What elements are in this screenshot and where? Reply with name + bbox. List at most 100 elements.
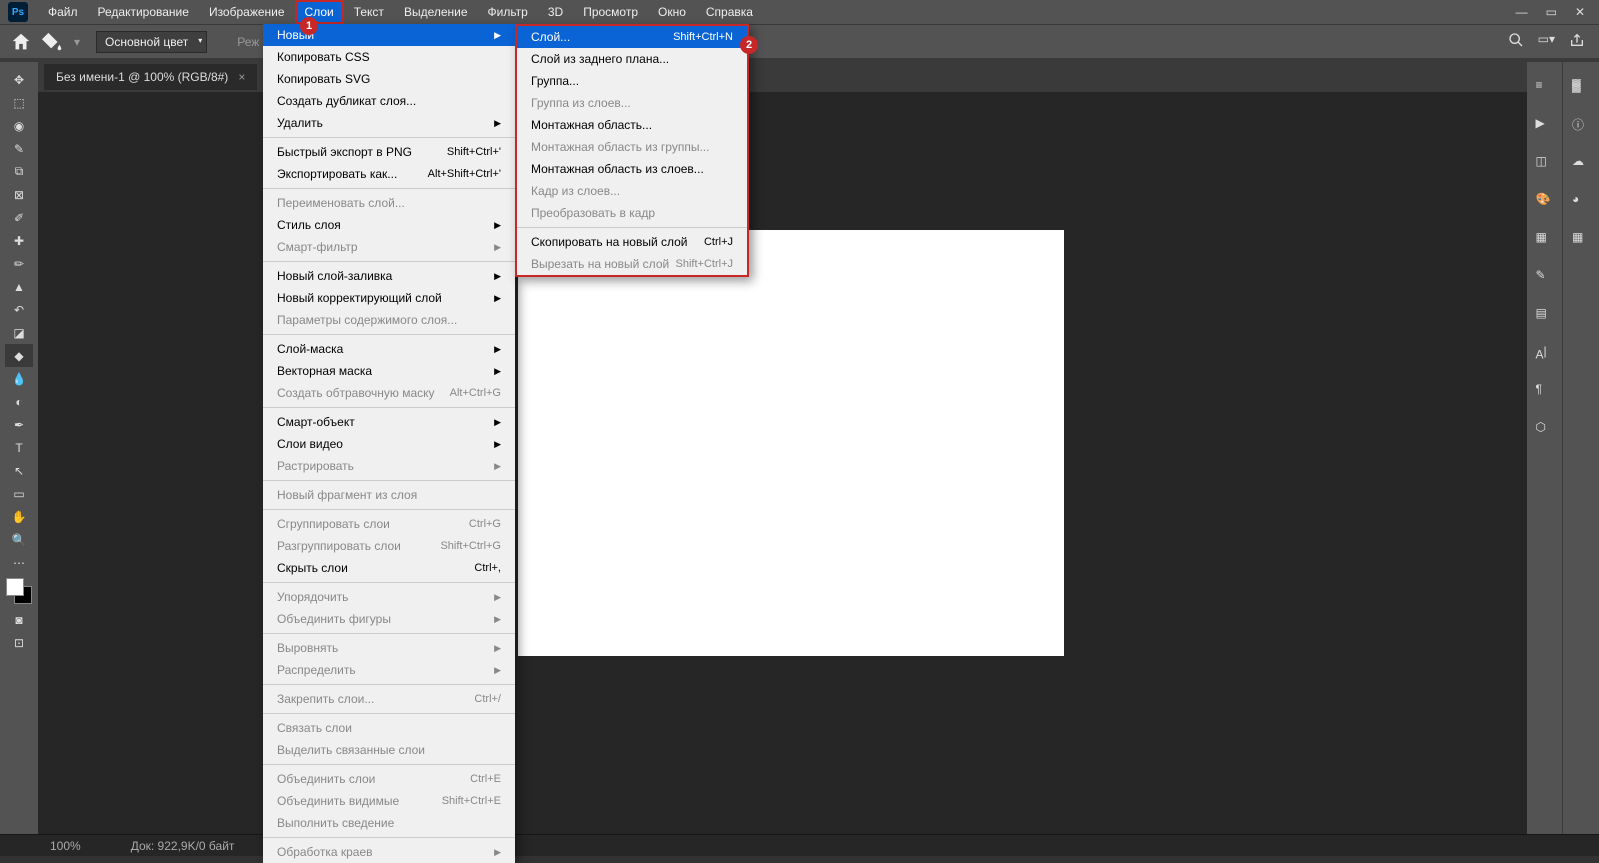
menu-файл[interactable]: Файл (38, 0, 88, 24)
menu-фильтр[interactable]: Фильтр (478, 0, 538, 24)
menu-item[interactable]: Копировать CSS (263, 46, 515, 68)
cloud-icon[interactable]: ☁ (1572, 154, 1590, 172)
document-tab[interactable]: Без имени-1 @ 100% (RGB/8#) × (44, 64, 257, 90)
pen-tool-icon[interactable]: ✒ (5, 413, 33, 436)
color-swatch[interactable] (6, 578, 32, 604)
menu-item[interactable]: Удалить▶ (263, 112, 515, 134)
workspace-icon[interactable]: ▭▾ (1538, 32, 1555, 51)
gradient-bucket-tool-icon[interactable]: ◆ (5, 344, 33, 367)
menu-просмотр[interactable]: Просмотр (573, 0, 648, 24)
menu-item: Выровнять▶ (263, 637, 515, 659)
menu-item[interactable]: Слой-маска▶ (263, 338, 515, 360)
mode-label-partial: Реж (237, 35, 259, 49)
menu-item[interactable]: Слой...Shift+Ctrl+N (517, 26, 747, 48)
edit-toolbar-icon[interactable]: ⋯ (5, 551, 33, 574)
color-wheel-icon[interactable]: ◕ (1572, 192, 1590, 210)
character-a-icon[interactable]: A| (1536, 344, 1554, 362)
hand-tool-icon[interactable]: ✋ (5, 505, 33, 528)
menu-item: Упорядочить▶ (263, 586, 515, 608)
menu-item[interactable]: Создать дубликат слоя... (263, 90, 515, 112)
menu-item[interactable]: Слои видео▶ (263, 433, 515, 455)
shape-tool-icon[interactable]: ▭ (5, 482, 33, 505)
menu-item[interactable]: Смарт-объект▶ (263, 411, 515, 433)
tools-panel: ✥ ⬚ ◉ ✎ ⧉ ⊠ ✐ ✚ ✏ ▲ ↶ ◪ ◆ 💧 ◐ ✒ T ↖ ▭ ✋ … (0, 62, 38, 834)
zoom-level[interactable]: 100% (50, 839, 81, 853)
annotation-badge-1: 1 (300, 17, 318, 35)
menu-item[interactable]: Экспортировать как...Alt+Shift+Ctrl+' (263, 163, 515, 185)
fill-mode-dropdown[interactable]: Основной цвет (96, 31, 207, 53)
paragraph-icon[interactable]: ¶ (1536, 382, 1554, 400)
quick-select-tool-icon[interactable]: ✎ (5, 137, 33, 160)
frame-tool-icon[interactable]: ⊠ (5, 183, 33, 206)
document-tab-title: Без имени-1 @ 100% (RGB/8#) (56, 70, 228, 84)
grid-icon[interactable]: ▦ (1536, 230, 1554, 248)
menu-item: Создать обтравочную маскуAlt+Ctrl+G (263, 382, 515, 404)
paint-bucket-icon[interactable] (42, 31, 64, 53)
3d-icon[interactable]: ⬡ (1536, 420, 1554, 438)
menu-item[interactable]: Векторная маска▶ (263, 360, 515, 382)
eraser-tool-icon[interactable]: ◪ (5, 321, 33, 344)
menu-окно[interactable]: Окно (648, 0, 696, 24)
menu-item[interactable]: Копировать SVG (263, 68, 515, 90)
search-icon[interactable] (1508, 32, 1524, 51)
right-panel-dock: ≡ ▶ ◫ 🎨 ▦ ✎ ▤ A| ¶ ⬡ ▓ ⓘ ☁ ◕ ▦ (1527, 62, 1599, 834)
zoom-tool-icon[interactable]: 🔍 (5, 528, 33, 551)
menu-item[interactable]: Новый слой-заливка▶ (263, 265, 515, 287)
menu-item[interactable]: Скрыть слоиCtrl+, (263, 557, 515, 579)
new-submenu-dropdown: Слой...Shift+Ctrl+NСлой из заднего плана… (515, 24, 749, 277)
adjustments-icon[interactable]: ≡ (1536, 78, 1554, 96)
menu-item: Группа из слоев... (517, 92, 747, 114)
close-tab-icon[interactable]: × (238, 70, 245, 84)
menu-item[interactable]: Слой из заднего плана... (517, 48, 747, 70)
eyedropper-tool-icon[interactable]: ✐ (5, 206, 33, 229)
menu-справка[interactable]: Справка (696, 0, 763, 24)
history-brush-tool-icon[interactable]: ↶ (5, 298, 33, 321)
brush-tool-icon[interactable]: ✏ (5, 252, 33, 275)
marquee-tool-icon[interactable]: ⬚ (5, 91, 33, 114)
share-icon[interactable] (1569, 32, 1585, 51)
lasso-tool-icon[interactable]: ◉ (5, 114, 33, 137)
pattern-icon[interactable]: ▦ (1572, 230, 1590, 248)
stamp-tool-icon[interactable]: ▲ (5, 275, 33, 298)
menu-item: Сгруппировать слоиCtrl+G (263, 513, 515, 535)
menu-item: Кадр из слоев... (517, 180, 747, 202)
menu-item[interactable]: Скопировать на новый слойCtrl+J (517, 231, 747, 253)
type-tool-icon[interactable]: T (5, 436, 33, 459)
move-tool-icon[interactable]: ✥ (5, 68, 33, 91)
menu-item[interactable]: Новый корректирующий слой▶ (263, 287, 515, 309)
menu-изображение[interactable]: Изображение (199, 0, 295, 24)
menu-item[interactable]: Быстрый экспорт в PNGShift+Ctrl+' (263, 141, 515, 163)
play-icon[interactable]: ▶ (1536, 116, 1554, 134)
info-icon[interactable]: ⓘ (1572, 116, 1590, 134)
healing-tool-icon[interactable]: ✚ (5, 229, 33, 252)
canvas-area (38, 92, 1527, 834)
quick-mask-icon[interactable]: ◙ (5, 608, 33, 631)
menu-item[interactable]: Монтажная область... (517, 114, 747, 136)
blur-tool-icon[interactable]: 💧 (5, 367, 33, 390)
menu-item[interactable]: Монтажная область из слоев... (517, 158, 747, 180)
menu-item[interactable]: Группа... (517, 70, 747, 92)
path-select-tool-icon[interactable]: ↖ (5, 459, 33, 482)
layers-icon[interactable]: ▤ (1536, 306, 1554, 324)
swatches-icon[interactable]: 🎨 (1536, 192, 1554, 210)
doc-info[interactable]: Док: 922,9K/0 байт (131, 839, 235, 853)
home-icon[interactable] (10, 31, 32, 53)
menu-item[interactable]: Стиль слоя▶ (263, 214, 515, 236)
menu-редактирование[interactable]: Редактирование (88, 0, 199, 24)
menu-item: Монтажная область из группы... (517, 136, 747, 158)
screen-mode-icon[interactable]: ⊡ (5, 631, 33, 654)
maximize-icon[interactable]: ▭ (1546, 5, 1557, 19)
dodge-tool-icon[interactable]: ◐ (5, 390, 33, 413)
brush-settings-icon[interactable]: ✎ (1536, 268, 1554, 286)
menu-item: Обработка краев▶ (263, 841, 515, 863)
document-canvas[interactable] (518, 230, 1064, 656)
menu-item: Вырезать на новый слойShift+Ctrl+J (517, 253, 747, 275)
libraries-icon[interactable]: ◫ (1536, 154, 1554, 172)
menu-3d[interactable]: 3D (538, 0, 573, 24)
history-icon[interactable]: ▓ (1572, 78, 1590, 96)
close-icon[interactable]: ✕ (1575, 5, 1585, 19)
menu-текст[interactable]: Текст (344, 0, 394, 24)
menu-выделение[interactable]: Выделение (394, 0, 478, 24)
crop-tool-icon[interactable]: ⧉ (5, 160, 33, 183)
minimize-icon[interactable]: — (1516, 5, 1528, 19)
